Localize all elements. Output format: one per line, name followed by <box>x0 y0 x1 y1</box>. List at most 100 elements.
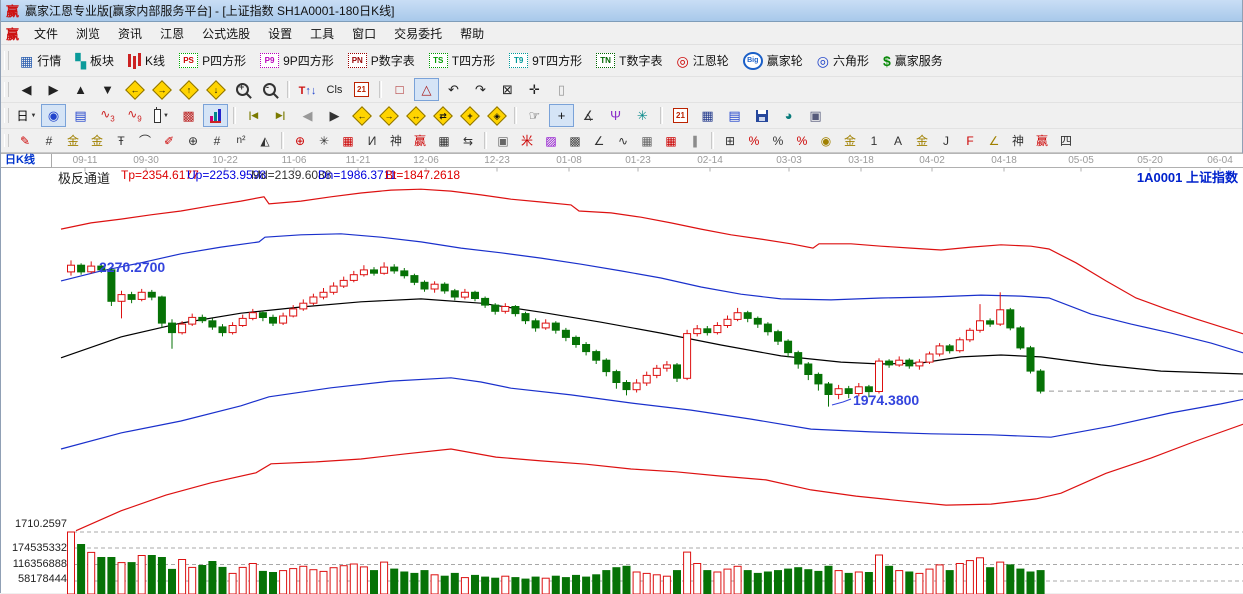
menu-trade[interactable]: 交易委托 <box>385 22 451 45</box>
fib-tool-button[interactable]: Ψ <box>603 104 628 127</box>
pen-red-button[interactable]: ✐ <box>158 130 180 151</box>
next-bar-button[interactable]: ▶ <box>322 104 347 127</box>
grid-a-button[interactable]: ▦ <box>636 130 658 151</box>
tool-9t-square[interactable]: T99T四方形 <box>502 49 589 72</box>
diamond-star-button[interactable]: ◈ <box>484 104 509 127</box>
shen-line-button[interactable]: 神 <box>385 130 407 151</box>
period-tab[interactable]: 日K线 <box>1 154 52 168</box>
frame-tool-button[interactable]: ▣ <box>492 130 514 151</box>
shen-angle-button[interactable]: 神 <box>1007 130 1029 151</box>
grid-123-button[interactable]: ▦ <box>433 130 455 151</box>
a-angle-button[interactable]: A <box>887 130 909 151</box>
diamond-right-button[interactable]: → <box>376 104 401 127</box>
angle-tool-button[interactable]: ∡ <box>576 104 601 127</box>
tool-hexagon[interactable]: ◎六角形 <box>810 49 876 72</box>
center-arrows-button[interactable]: ✛ <box>522 78 547 101</box>
tool-kline[interactable]: K线 <box>121 49 172 72</box>
prev-bar-button[interactable]: ◀ <box>295 104 320 127</box>
rect-tool-button[interactable]: □ <box>387 78 412 101</box>
diamond-up-button[interactable]: ↑ <box>176 78 201 101</box>
diamond-left-button[interactable]: ← <box>349 104 374 127</box>
j-angle-button[interactable]: J <box>935 130 957 151</box>
scroll-right-button[interactable]: ▶ <box>41 78 66 101</box>
trend-ii-button[interactable]: И <box>361 130 383 151</box>
rotate-ccw-button[interactable]: ↶ <box>441 78 466 101</box>
wave-9-button[interactable]: ∿9 <box>122 104 147 127</box>
span-arrows-button[interactable]: ⇆ <box>457 130 479 151</box>
calendar-button[interactable]: 21 <box>349 78 374 101</box>
tri-line-button[interactable]: ◭ <box>254 130 276 151</box>
tool-t-table[interactable]: TNT数字表 <box>589 49 669 72</box>
fan-red-button[interactable]: 米 <box>516 130 538 151</box>
zigzag-button[interactable]: ∿ <box>612 130 634 151</box>
diamond-lr-button[interactable]: ↔ <box>403 104 428 127</box>
gold-circle-button[interactable]: ◉ <box>815 130 837 151</box>
brush-red-button[interactable]: ✎ <box>14 130 36 151</box>
candle-style-button[interactable]: ▼ <box>149 104 174 127</box>
menu-file[interactable]: 文件 <box>25 22 67 45</box>
arc-tool-button[interactable]: ⌒ <box>134 130 156 151</box>
star-grid-button[interactable]: ✳ <box>313 130 335 151</box>
print-tool-button[interactable]: ▣ <box>803 104 828 127</box>
notepad-button[interactable]: ▤ <box>722 104 747 127</box>
tool-9p-square[interactable]: P99P四方形 <box>253 49 341 72</box>
gann-hash-1-button[interactable]: # <box>38 130 60 151</box>
f-line-button[interactable]: Ŧ <box>110 130 132 151</box>
diamond-down-button[interactable]: ↓ <box>203 78 228 101</box>
gann-hash-2-button[interactable]: # <box>206 130 228 151</box>
menu-gann[interactable]: 江恩 <box>151 22 193 45</box>
menu-settings[interactable]: 设置 <box>259 22 301 45</box>
ying-angle-button[interactable]: 赢 <box>1031 130 1053 151</box>
zoom-out-button[interactable]: - <box>257 78 282 101</box>
diamond-plus-button[interactable]: + <box>457 104 482 127</box>
rotate-cw-button[interactable]: ↷ <box>468 78 493 101</box>
triangle-tool-button[interactable]: △ <box>414 78 439 101</box>
kline-chart-canvas[interactable]: 2270.27001974.3800 <box>1 154 1243 594</box>
ratio-bars-button[interactable]: ⊞ <box>719 130 741 151</box>
pct-red-1-button[interactable]: % <box>743 130 765 151</box>
tool-sectors[interactable]: ▚板块 <box>68 49 121 72</box>
diamond-swap-button[interactable]: ⇄ <box>430 104 455 127</box>
pct-plain-button[interactable]: % <box>767 130 789 151</box>
gold-line-2-button[interactable]: 金 <box>86 130 108 151</box>
chart-area[interactable]: 2270.27001974.3800 日K线 极反通道 Tp=2354.6177… <box>1 153 1243 593</box>
flower-tool-button[interactable]: ✳ <box>630 104 655 127</box>
angle-gold-button[interactable]: ∠ <box>983 130 1005 151</box>
web-tool-button[interactable]: ◕ <box>776 104 801 127</box>
menu-browse[interactable]: 浏览 <box>67 22 109 45</box>
info-doc-button[interactable]: ▤ <box>68 104 93 127</box>
angle-pen-button[interactable]: ∠ <box>588 130 610 151</box>
pattern-tool-button[interactable]: ▩ <box>176 104 201 127</box>
grid-b-button[interactable]: ▦ <box>660 130 682 151</box>
clear-box-button[interactable]: ⊠ <box>495 78 520 101</box>
calendar-button[interactable]: 21 <box>668 104 693 127</box>
menu-window[interactable]: 窗口 <box>343 22 385 45</box>
scroll-left-button[interactable]: ◀ <box>14 78 39 101</box>
wave-3-button[interactable]: ∿3 <box>95 104 120 127</box>
menu-help[interactable]: 帮助 <box>451 22 493 45</box>
crosshair-button[interactable]: + <box>549 104 574 127</box>
first-bar-button[interactable]: |◀ <box>241 104 266 127</box>
calculator-button[interactable]: ▦ <box>695 104 720 127</box>
time-updown-button[interactable]: T↑↓ <box>295 78 320 101</box>
ying-line-button[interactable]: 赢 <box>409 130 431 151</box>
menu-formula[interactable]: 公式选股 <box>193 22 259 45</box>
tool-t-square[interactable]: TST四方形 <box>422 49 502 72</box>
shift-up-button[interactable]: ▲ <box>68 78 93 101</box>
f-angle-button[interactable]: F <box>959 130 981 151</box>
diamond-right-button[interactable]: → <box>149 78 174 101</box>
gold-lines-button[interactable]: 金 <box>839 130 861 151</box>
tool-gann-wheel[interactable]: ◎江恩轮 <box>669 49 735 72</box>
zoom-in-button[interactable]: + <box>230 78 255 101</box>
menu-news[interactable]: 资讯 <box>109 22 151 45</box>
save-button[interactable] <box>749 104 774 127</box>
parallel-button[interactable]: ∥ <box>684 130 706 151</box>
menu-tools[interactable]: 工具 <box>301 22 343 45</box>
gold-angle-1-button[interactable]: 金 <box>911 130 933 151</box>
tool-winner-wheel[interactable]: Big赢家轮 <box>736 49 810 73</box>
pct-red-2-button[interactable]: % <box>791 130 813 151</box>
cls-button[interactable]: Cls <box>322 78 347 101</box>
tool-quotes[interactable]: ▦行情 <box>13 49 68 72</box>
n-square-button[interactable]: n² <box>230 130 252 151</box>
grid-red-button[interactable]: ▦ <box>337 130 359 151</box>
